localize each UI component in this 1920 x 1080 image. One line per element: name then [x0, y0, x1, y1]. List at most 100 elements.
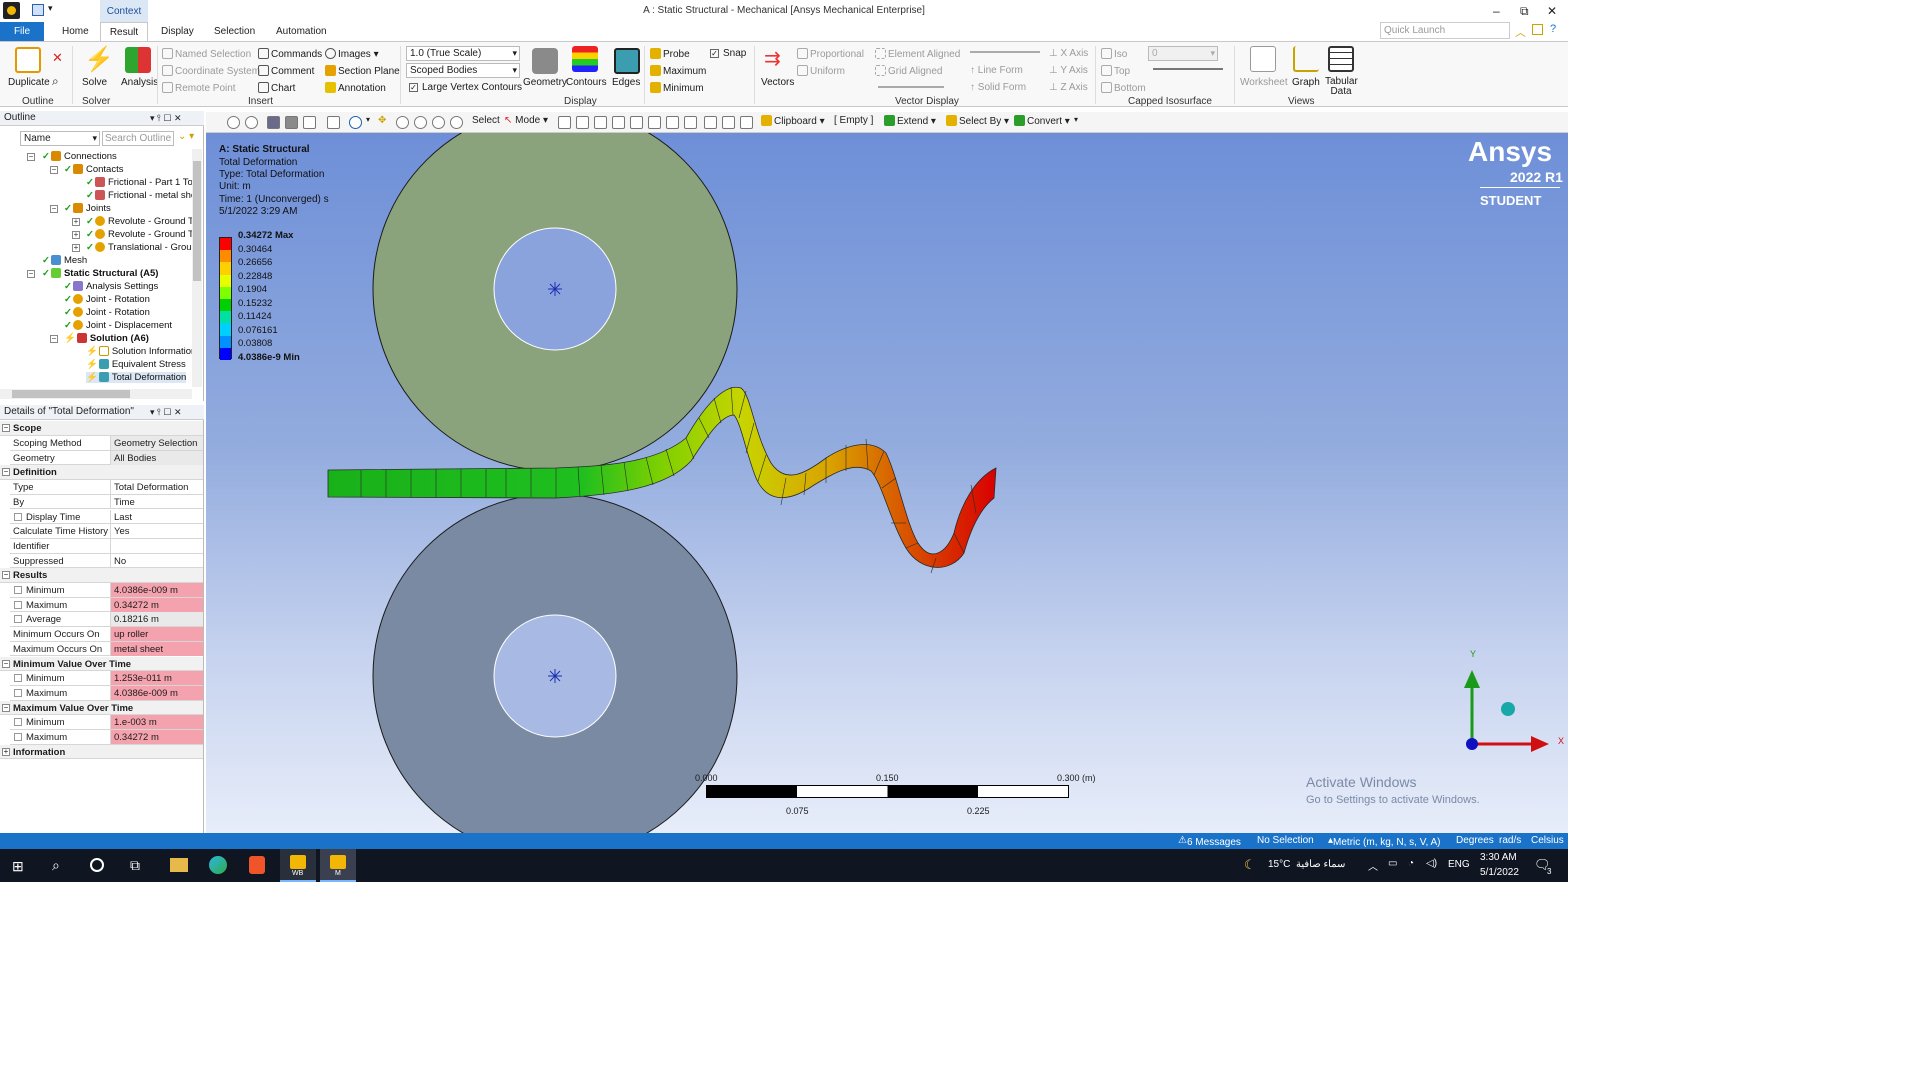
toolbar-overflow-icon[interactable]: ▾ [1074, 115, 1078, 124]
outline-search-input[interactable]: Search Outline [102, 131, 174, 146]
magnifier-icon[interactable] [450, 116, 463, 129]
proportional-button[interactable]: Proportional [797, 48, 864, 60]
section-maximum-value-over-time[interactable]: − Maximum Value Over Time [0, 700, 203, 716]
analysis-button[interactable]: Analysis [121, 77, 158, 88]
select-reset-icon[interactable] [740, 116, 753, 129]
tab-automation[interactable]: Automation [276, 26, 327, 37]
comment-button[interactable]: Comment [258, 65, 314, 77]
parameter-checkbox[interactable] [14, 615, 22, 624]
tree-item-mesh[interactable]: ✓ Mesh [42, 255, 87, 266]
select-face-icon[interactable] [594, 116, 607, 129]
units-status[interactable]: ▴ Metric (m, kg, N, s, V, A) [1328, 835, 1440, 848]
detail-row-results-minimum[interactable]: Minimum 4.0386e-009 m [10, 583, 203, 598]
edge-browser-icon[interactable] [209, 856, 227, 874]
search-icon[interactable]: ⌕ [52, 857, 60, 874]
parameter-checkbox[interactable] [14, 688, 22, 697]
section-definition[interactable]: − Definition [0, 465, 203, 481]
outline-filter-select[interactable]: Name [20, 131, 100, 146]
weather-moon-icon[interactable]: ☾ [1244, 857, 1256, 873]
coordinate-system-button[interactable]: Coordinate System [162, 65, 260, 77]
tree-item-solution[interactable]: ⚡ Solution (A6) [64, 333, 149, 344]
close-button[interactable]: ✕ [1547, 4, 1557, 18]
clock-time[interactable]: 3:30 AM [1480, 852, 1517, 863]
select-body-icon[interactable] [612, 116, 625, 129]
tree-item-contact-1[interactable]: ✓ Frictional - Part 1 To [86, 177, 193, 188]
zoom-icon[interactable] [396, 116, 409, 129]
worksheet-button[interactable]: Worksheet [1240, 77, 1288, 88]
model-canvas[interactable] [206, 133, 1568, 833]
detail-row-xvot-minimum[interactable]: Minimum 1.e-003 m [10, 715, 203, 730]
quick-launch-input[interactable]: Quick Launch [1380, 22, 1510, 39]
tray-chevron-icon[interactable]: ︿ [1368, 858, 1378, 873]
tree-item-total-deformation[interactable]: ⚡ Total Deformation [86, 372, 187, 383]
collapse-icon[interactable]: − [50, 205, 58, 213]
tab-result[interactable]: Result [100, 22, 148, 42]
zoom-to-fit-icon[interactable] [432, 116, 445, 129]
file-explorer-icon[interactable] [170, 858, 188, 872]
parameter-checkbox[interactable] [14, 600, 22, 609]
isosurface-value-input[interactable]: 0 [1148, 46, 1218, 61]
celsius-status[interactable]: Celsius [1531, 835, 1564, 846]
select-button[interactable]: Select [472, 115, 500, 126]
tree-item-contact-2[interactable]: ✓ Frictional - metal she [86, 190, 196, 201]
expand-icon[interactable]: + [72, 231, 80, 239]
clipboard-button[interactable]: Clipboard ▾ [761, 115, 825, 127]
rads-status[interactable]: rad/s [1499, 835, 1521, 846]
element-aligned-button[interactable]: Element Aligned [875, 48, 960, 60]
extend-button[interactable]: Extend ▾ [884, 115, 936, 127]
chart-button[interactable]: Chart [258, 82, 295, 94]
snap-checkbox[interactable]: ✓ Snap [710, 48, 746, 59]
minimize-button[interactable]: – [1493, 4, 1500, 18]
parameter-checkbox[interactable] [14, 586, 22, 594]
line-form-button[interactable]: ↑ Line Form [970, 65, 1023, 76]
graph-button[interactable]: Graph [1292, 77, 1320, 88]
pin-icon[interactable]: ▾ ⫯ ☐ ✕ [150, 405, 182, 419]
detail-row-mvot-maximum[interactable]: Maximum 4.0386e-009 m [10, 685, 203, 701]
rotate-dropdown-icon[interactable]: ▾ [366, 115, 370, 124]
mode-button[interactable]: ↖ Mode ▾ [504, 115, 548, 126]
wireframe-view-icon[interactable] [285, 116, 298, 129]
expand-icon[interactable]: + [72, 244, 80, 252]
detail-row-identifier[interactable]: Identifier [10, 538, 203, 554]
pin-icon[interactable]: ▾ ⫯ ☐ ✕ [150, 111, 182, 125]
restore-button[interactable]: ⧉ [1520, 4, 1529, 19]
select-invert-icon[interactable] [722, 116, 735, 129]
bottom-button[interactable]: Bottom [1101, 82, 1146, 94]
tabular-data-button[interactable]: Tabular Data [1325, 77, 1358, 97]
top-button[interactable]: Top [1101, 65, 1130, 77]
feedback-icon[interactable] [1532, 24, 1543, 35]
detail-row-results-maximum[interactable]: Maximum 0.34272 m [10, 597, 203, 613]
brave-browser-icon[interactable] [249, 856, 265, 874]
detail-row-geometry[interactable]: Geometry All Bodies [10, 450, 203, 466]
tree-item-connections[interactable]: ✓ Connections [42, 151, 117, 162]
outline-vertical-scrollbar[interactable] [192, 149, 202, 387]
vector-length-slider[interactable] [878, 86, 944, 88]
commands-button[interactable]: Commands [258, 48, 322, 60]
cortana-icon[interactable] [90, 858, 104, 872]
contours-button[interactable]: Contours [566, 77, 607, 88]
chevron-up-icon[interactable]: ︿ [1515, 24, 1526, 40]
parameter-checkbox[interactable] [14, 733, 22, 741]
outline-horizontal-scrollbar[interactable] [0, 389, 192, 399]
zoom-out-icon[interactable] [245, 116, 258, 129]
detail-row-mvot-minimum[interactable]: Minimum 1.253e-011 m [10, 671, 203, 686]
select-mesh-icon[interactable] [684, 116, 697, 129]
language-indicator[interactable]: ENG [1448, 859, 1470, 870]
iso-button[interactable]: Iso [1101, 48, 1127, 60]
select-edge-icon[interactable] [576, 116, 589, 129]
collapse-icon[interactable]: − [50, 166, 58, 174]
show-edges-icon[interactable] [303, 116, 316, 129]
parameter-checkbox[interactable] [14, 718, 22, 727]
remote-point-button[interactable]: Remote Point [162, 82, 236, 94]
vectors-button[interactable]: Vectors [761, 77, 794, 88]
workbench-taskbar-button[interactable]: WB [280, 849, 316, 882]
rotate-icon[interactable] [349, 116, 362, 129]
edges-button[interactable]: Edges [612, 77, 640, 88]
tree-item-joint-rotation-1[interactable]: ✓ Joint - Rotation [64, 294, 150, 305]
pan-icon[interactable]: ✥ [378, 115, 386, 126]
scale-select[interactable]: 1.0 (True Scale) [406, 46, 520, 61]
messages-status[interactable]: ⚠ 6 Messages [1178, 835, 1241, 848]
tree-item-revolute-2[interactable]: ✓ Revolute - Ground T [86, 229, 194, 240]
annotation-button[interactable]: Annotation [325, 82, 386, 94]
detail-row-suppressed[interactable]: Suppressed No [10, 553, 203, 569]
